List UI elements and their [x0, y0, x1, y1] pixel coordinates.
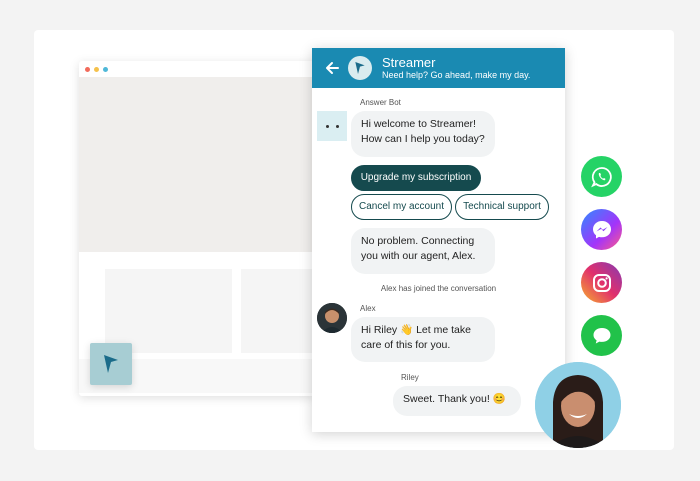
streamer-logo-icon [104, 355, 118, 373]
agent-avatar [317, 303, 347, 333]
minimize-dot [94, 67, 99, 72]
user-photo-icon [535, 362, 621, 448]
user-message: Sweet. Thank you! 😊 [393, 386, 521, 416]
instagram-button[interactable] [581, 262, 622, 303]
messenger-button[interactable] [581, 209, 622, 250]
streamer-logo-icon [355, 62, 365, 74]
upgrade-subscription-button[interactable]: Upgrade my subscription [351, 165, 481, 191]
agent-name: Alex [360, 304, 376, 313]
user-avatar [535, 362, 621, 448]
technical-support-button[interactable]: Technical support [455, 194, 549, 220]
back-arrow-icon[interactable] [324, 60, 340, 76]
messages-icon [593, 327, 610, 343]
bot-message-line: you with our agent, Alex. [361, 250, 476, 262]
agent-photo-icon [317, 303, 347, 333]
messenger-icon [592, 220, 611, 238]
close-dot [85, 67, 90, 72]
chat-header: Streamer Need help? Go ahead, make my da… [312, 48, 565, 88]
bot-message-line: Hi welcome to Streamer! [361, 118, 476, 130]
messages-button[interactable] [581, 315, 622, 356]
bot-message: Hi welcome to Streamer! How can I help y… [351, 111, 495, 157]
agent-message: Hi Riley 👋 Let me take care of this for … [351, 317, 495, 362]
bot-message: No problem. Connecting you with our agen… [351, 228, 495, 274]
chat-launcher-button[interactable] [90, 343, 132, 385]
window-dots [85, 67, 108, 72]
agent-message-line: Hi Riley 👋 Let me take [361, 324, 471, 336]
chat-subtitle: Need help? Go ahead, make my day. [382, 70, 531, 80]
content-placeholder [105, 269, 232, 353]
chat-title: Streamer [382, 55, 436, 70]
agent-message-line: care of this for you. [361, 339, 451, 351]
bot-message-line: No problem. Connecting [361, 235, 475, 247]
whatsapp-icon [590, 166, 612, 187]
instagram-icon [592, 273, 611, 292]
bot-avatar [317, 111, 347, 141]
chat-widget: Streamer Need help? Go ahead, make my da… [312, 48, 565, 432]
whatsapp-button[interactable] [581, 156, 622, 197]
streamer-avatar [348, 56, 372, 80]
cancel-account-button[interactable]: Cancel my account [351, 194, 452, 220]
hero-placeholder [79, 77, 315, 252]
bot-name: Answer Bot [360, 98, 401, 107]
system-message: Alex has joined the conversation [380, 284, 497, 293]
maximize-dot [103, 67, 108, 72]
user-name: Riley [401, 373, 419, 382]
bot-message-line: How can I help you today? [361, 133, 485, 145]
content-placeholder [241, 269, 315, 353]
